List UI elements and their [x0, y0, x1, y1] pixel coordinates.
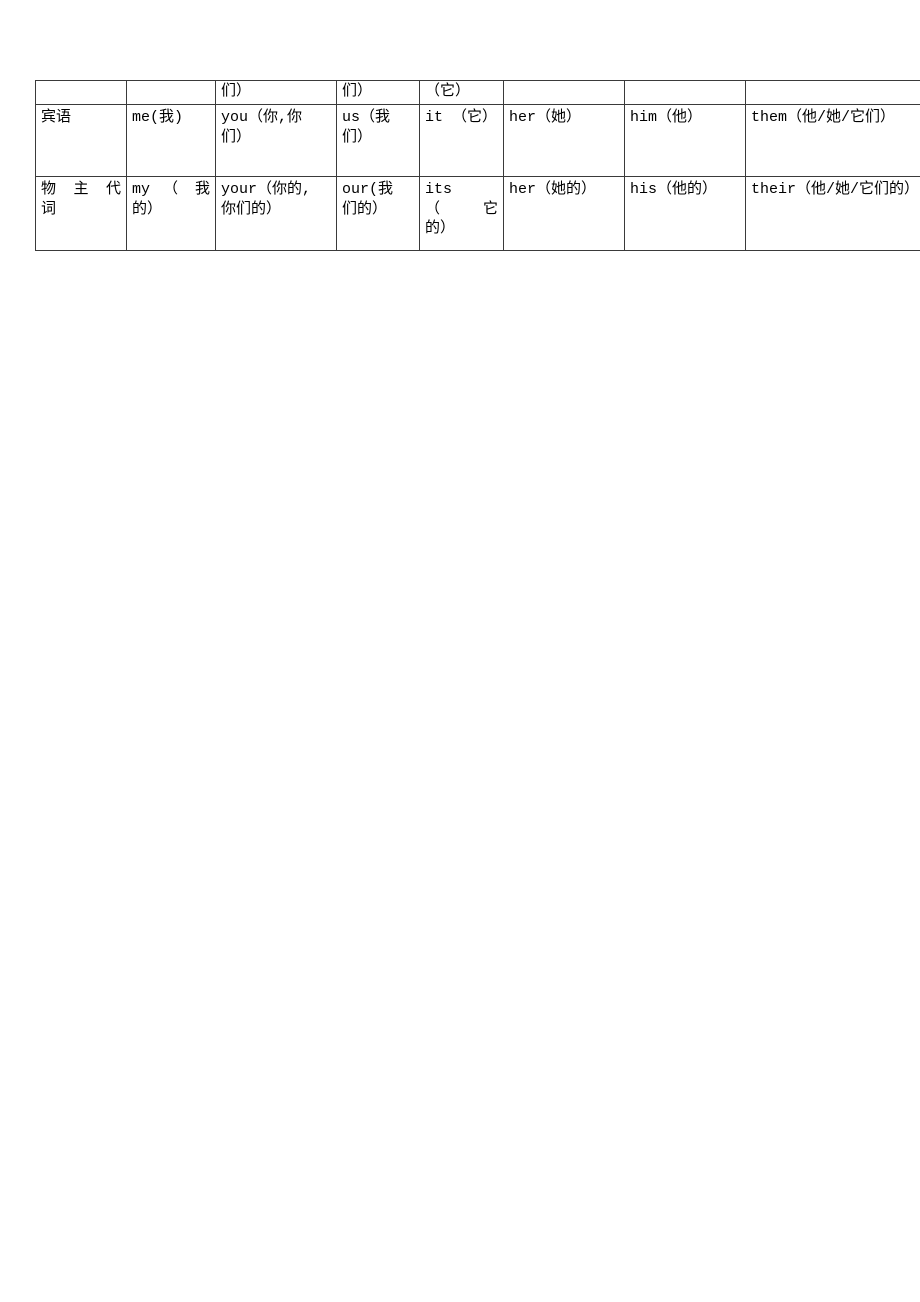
- cell-continued-second-person: 们）: [215, 80, 337, 105]
- cell-continued-third-person-it: （它）: [419, 80, 504, 105]
- object-him-line-1: him（他）: [630, 109, 703, 126]
- possessive-my-line-2: 的）: [132, 200, 163, 218]
- pronoun-table-container: 们） 们） （它） 宾语 me(我) you（你,你 们） us（我 们） it…: [35, 80, 920, 251]
- cell-possessive-their: their（他/她/它们的）: [745, 176, 920, 251]
- cell-continued-first-person-singular: [126, 80, 216, 105]
- cell-possessive-your: your（你的, 你们的）: [215, 176, 337, 251]
- table-row-continued: 们） 们） （它）: [35, 80, 920, 105]
- object-them-line-1: them（他/她/它们）: [751, 109, 896, 126]
- possessive-your-line-2: 你们的）: [221, 200, 282, 218]
- object-her-line-1: her（她）: [509, 109, 582, 126]
- object-you-line-1: you（你,你: [221, 109, 303, 126]
- cell-object-them: them（他/她/它们）: [745, 104, 920, 177]
- cell-possessive-its: its （ 它 的）: [419, 176, 504, 251]
- cell-possessive-my: my （ 我 的）: [126, 176, 216, 251]
- possessive-its-line-1: its: [425, 181, 453, 198]
- object-case-label-line-1: 宾语: [41, 109, 72, 126]
- possessive-label-line-2: 词: [41, 200, 57, 218]
- object-me-line-1: me(我): [132, 109, 184, 126]
- possessive-label-line-1: 物 主 代: [41, 181, 121, 198]
- cell-possessive-her: her（她的）: [503, 176, 625, 251]
- possessive-their-line-1: their（他/她/它们的）: [751, 181, 920, 198]
- possessive-my-line-1: my （ 我: [132, 181, 210, 198]
- cell-continued-third-person-he: [624, 80, 746, 105]
- object-you-line-2: 们）: [221, 128, 252, 146]
- possessive-its-line-3: 的）: [425, 220, 456, 237]
- cell-possessive-our: our(我 们的）: [336, 176, 420, 251]
- table-row-possessive: 物 主 代 词 my （ 我 的） your（你的, 你们的） our(我 们的…: [35, 176, 920, 251]
- cell-continued-label: [35, 80, 127, 105]
- object-us-line-2: 们）: [342, 128, 373, 146]
- cell-continued-third-person-plural: [745, 80, 920, 105]
- possessive-your-line-1: your（你的,: [221, 181, 312, 198]
- cell-continued-first-person-plural: 们）: [336, 80, 420, 105]
- cell-object-her: her（她）: [503, 104, 625, 177]
- cell-object-me: me(我): [126, 104, 216, 177]
- possessive-his-line-1: his（他的）: [630, 181, 718, 198]
- possessive-our-line-2: 们的）: [342, 200, 388, 218]
- cell-possessive-label: 物 主 代 词: [35, 176, 127, 251]
- object-it-line-1: it: [425, 109, 444, 126]
- table-row-object-case: 宾语 me(我) you（你,你 们） us（我 们） it （它） her（她…: [35, 104, 920, 177]
- possessive-its-line-2: （ 它: [425, 200, 498, 218]
- cell-possessive-his: his（他的）: [624, 176, 746, 251]
- cell-object-it: it （它）: [419, 104, 504, 177]
- cell-object-him: him（他）: [624, 104, 746, 177]
- object-us-line-1: us（我: [342, 109, 391, 126]
- cell-object-us: us（我 们）: [336, 104, 420, 177]
- cell-continued-third-person-she: [503, 80, 625, 105]
- possessive-our-line-1: our(我: [342, 181, 394, 198]
- cell-object-you: you（你,你 们）: [215, 104, 337, 177]
- possessive-her-line-1: her（她的）: [509, 181, 597, 198]
- cell-object-case-label: 宾语: [35, 104, 127, 177]
- document-page: 们） 们） （它） 宾语 me(我) you（你,你 们） us（我 们） it…: [0, 0, 920, 1302]
- object-it-line-2: （它）: [452, 109, 498, 126]
- pronoun-table: 们） 们） （它） 宾语 me(我) you（你,你 们） us（我 们） it…: [35, 80, 920, 251]
